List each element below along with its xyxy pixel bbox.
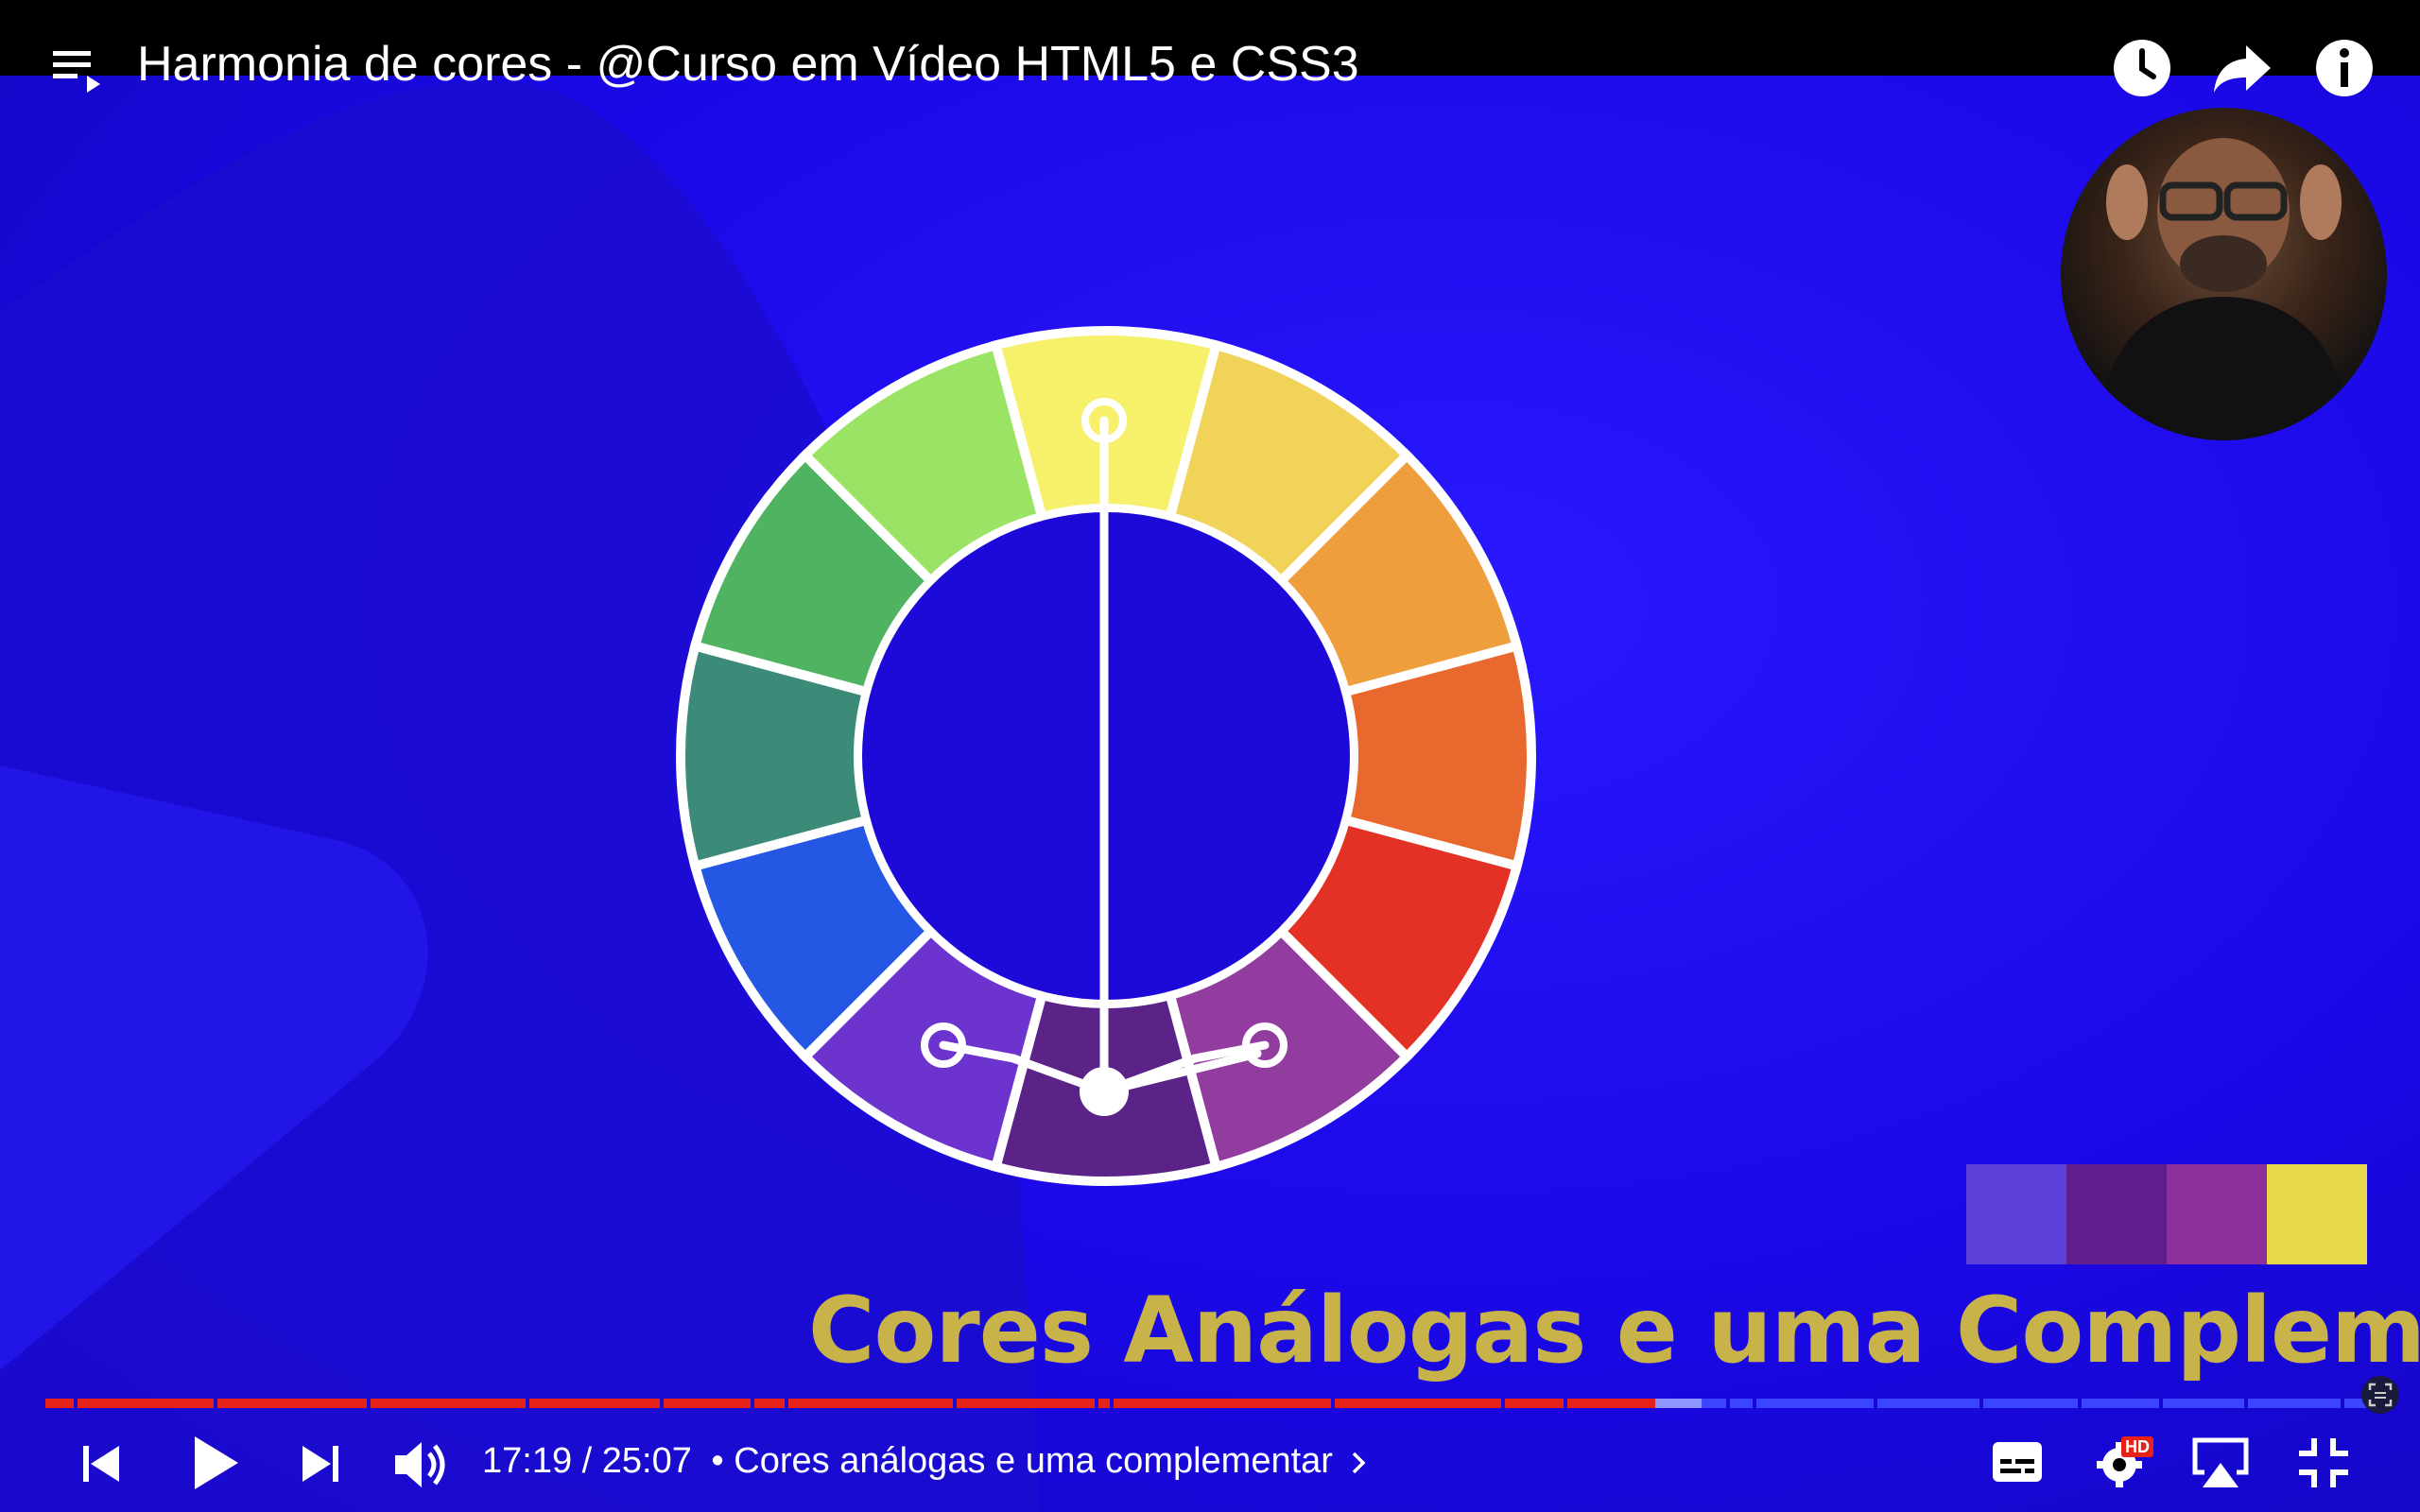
progress-segment <box>664 1399 751 1408</box>
pointer-hub <box>1080 1067 1129 1116</box>
video-title[interactable]: Harmonia de cores - @Curso em Vídeo HTML… <box>137 34 1359 94</box>
progress-segment <box>1335 1399 1501 1408</box>
color-wheel <box>676 326 1536 1186</box>
video-frame[interactable]: Cores Análogas e uma Complementar <box>0 0 2420 1512</box>
presenter-facecam <box>2061 108 2387 440</box>
airplay-icon[interactable] <box>2191 1436 2250 1489</box>
settings-gear-icon[interactable]: HD <box>2093 1433 2153 1491</box>
palette-swatch <box>2066 1164 2167 1264</box>
progress-segment <box>1505 1399 1564 1408</box>
playlist-icon[interactable] <box>49 43 102 96</box>
next-icon[interactable] <box>297 1440 344 1487</box>
time-text: 17:19 / 25:07 <box>482 1441 692 1481</box>
time-display: 17:19 / 25:07 • Cores análogas e uma com… <box>482 1436 1366 1486</box>
progress-segment <box>529 1399 660 1408</box>
progress-segment <box>1983 1399 2078 1408</box>
progress-segment <box>1567 1399 1655 1408</box>
progress-segment <box>1877 1399 1979 1408</box>
previous-icon[interactable] <box>78 1440 125 1487</box>
watch-later-icon[interactable] <box>2112 38 2172 98</box>
progress-segment <box>1098 1399 1110 1408</box>
progress-segment <box>1654 1399 1703 1408</box>
progress-segment <box>2163 1399 2244 1408</box>
progress-segment <box>2082 1399 2159 1408</box>
progress-segment <box>45 1399 74 1408</box>
subtitles-icon[interactable] <box>1991 1440 2044 1484</box>
progress-bar[interactable] <box>45 1399 2378 1408</box>
progress-segment <box>754 1399 785 1408</box>
info-icon[interactable] <box>2314 38 2375 98</box>
chapter-title[interactable]: • Cores análogas e uma complementar <box>711 1441 1333 1481</box>
palette-swatch <box>1966 1164 2066 1264</box>
share-icon[interactable] <box>2212 40 2273 96</box>
progress-segment <box>1730 1399 1753 1408</box>
progress-segment <box>1756 1399 1874 1408</box>
progress-segment <box>957 1399 1095 1408</box>
progress-segment <box>1702 1399 1726 1408</box>
palette-swatch <box>2167 1164 2267 1264</box>
color-palette <box>1966 1164 2367 1264</box>
scan-icon[interactable] <box>2361 1376 2399 1414</box>
exit-fullscreen-icon[interactable] <box>2297 1436 2350 1489</box>
hd-badge: HD <box>2121 1436 2153 1457</box>
progress-segment <box>788 1399 953 1408</box>
volume-icon[interactable] <box>391 1438 448 1491</box>
progress-segment <box>2248 1399 2341 1408</box>
progress-segment <box>217 1399 367 1408</box>
palette-swatch <box>2267 1164 2367 1264</box>
play-icon[interactable] <box>185 1433 242 1493</box>
progress-segment <box>1114 1399 1331 1408</box>
chevron-right-icon[interactable] <box>1351 1436 1366 1486</box>
video-caption: Cores Análogas e uma Complementar <box>808 1278 2420 1383</box>
progress-segment <box>371 1399 526 1408</box>
progress-segment <box>78 1399 214 1408</box>
